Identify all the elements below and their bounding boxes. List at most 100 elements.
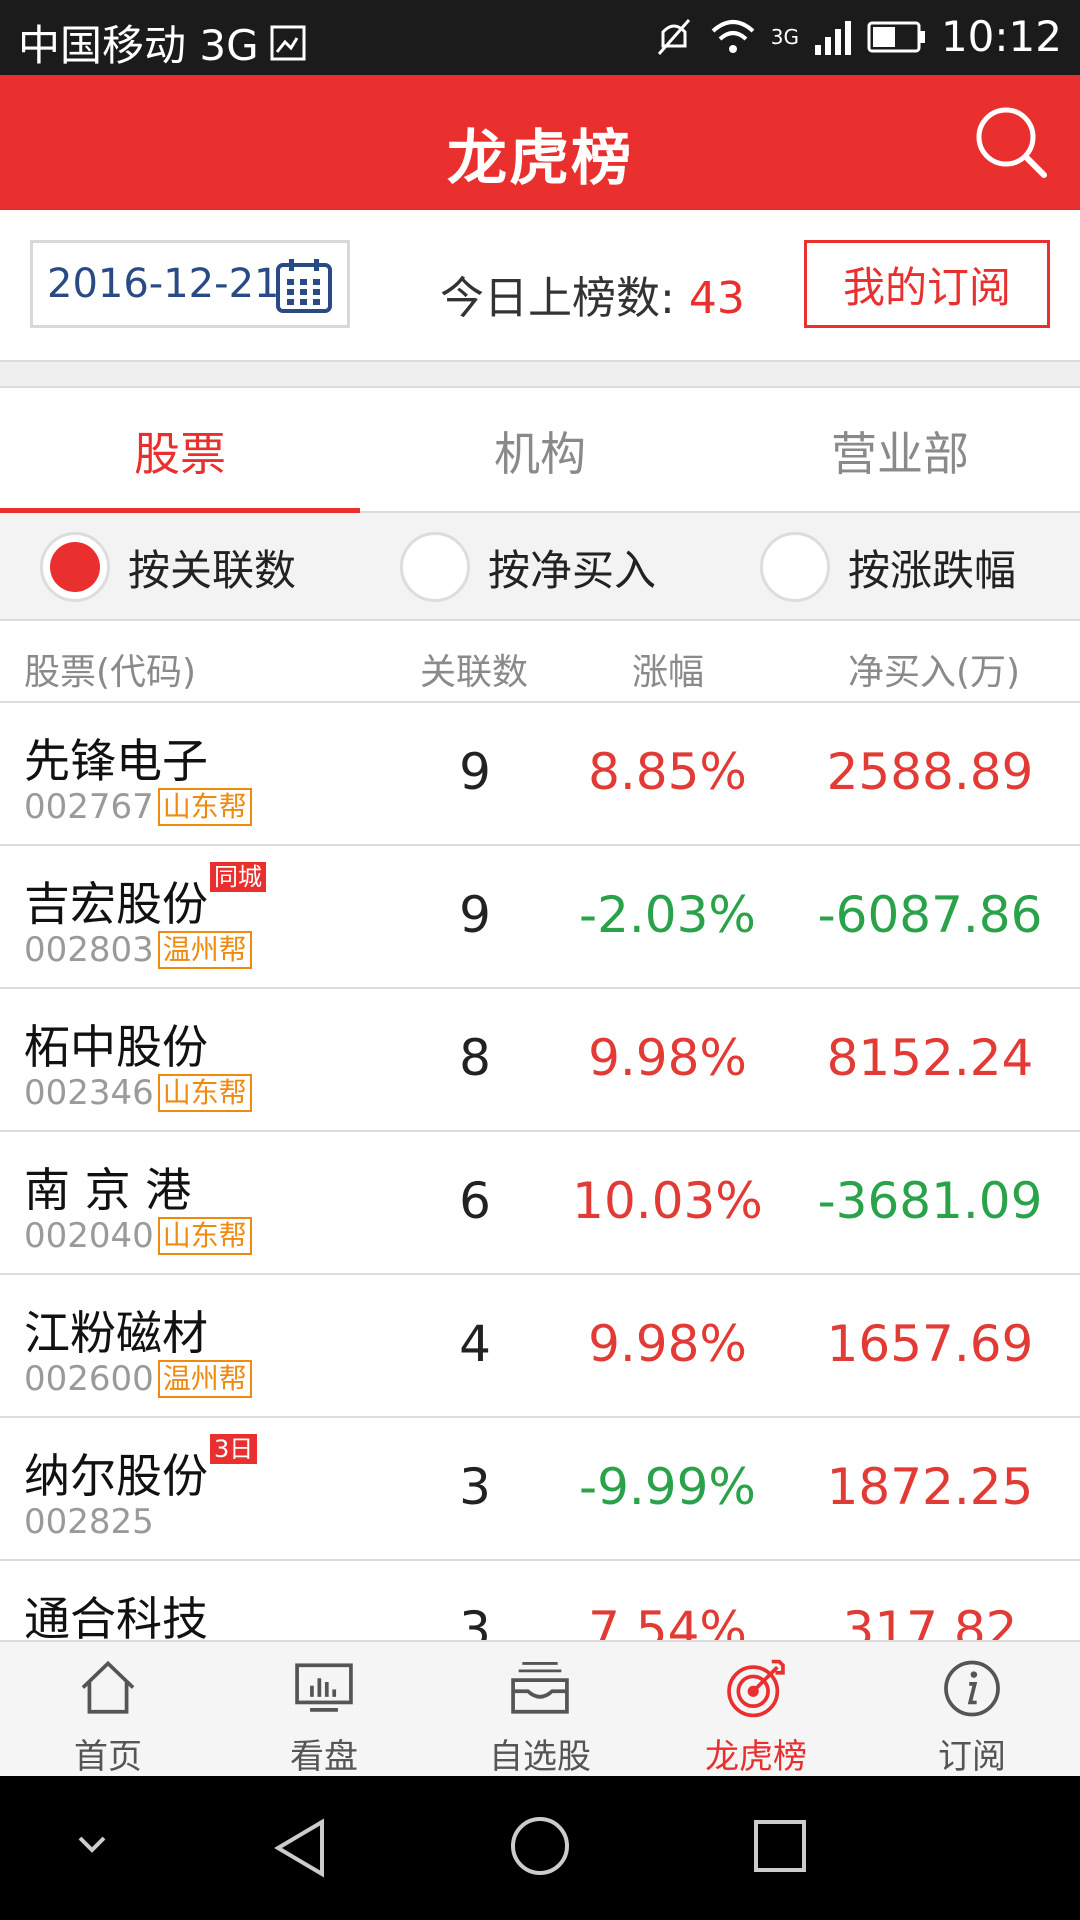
group-tag: 山东帮 bbox=[157, 788, 252, 826]
image-notification-icon bbox=[270, 25, 306, 60]
link-count: 3 bbox=[459, 1458, 491, 1516]
col-stock: 股票(代码) bbox=[24, 652, 197, 693]
today-count-value: 43 bbox=[688, 273, 745, 324]
table-row[interactable]: 江粉磁材 002600 温州帮 4 9.98% 1657.69 bbox=[0, 1275, 1080, 1418]
recent-apps-icon[interactable] bbox=[752, 1818, 808, 1874]
today-count: 今日上榜数: 43 bbox=[440, 262, 745, 326]
price-change: 10.03% bbox=[572, 1172, 763, 1230]
group-tag: 山东帮 bbox=[157, 1074, 252, 1112]
link-count: 4 bbox=[459, 1315, 491, 1373]
group-tag: 温州帮 bbox=[157, 931, 252, 969]
sort-by-net-buy[interactable]: 按净买入 bbox=[360, 513, 720, 621]
price-change: 7.54% bbox=[588, 1601, 747, 1640]
sort-by-count[interactable]: 按关联数 bbox=[0, 513, 360, 621]
col-count: 关联数 bbox=[420, 652, 529, 693]
nav-label: 龙虎榜 bbox=[705, 1737, 807, 1777]
table-row[interactable]: 通合科技 3 7.54% 317.82 bbox=[0, 1561, 1080, 1640]
stock-code: 002040 山东帮 bbox=[24, 1216, 252, 1256]
nav-dragon-tiger[interactable]: 龙虎榜 bbox=[648, 1642, 864, 1778]
monitor-chart-icon bbox=[295, 1663, 353, 1712]
status-right: 3G 10:12 bbox=[653, 12, 1062, 61]
sort-label: 按涨跌幅 bbox=[848, 545, 1017, 595]
table-row[interactable]: 纳尔股份 3日 002825 3 -9.99% 1872.25 bbox=[0, 1418, 1080, 1561]
stock-list: 先锋电子 002767 山东帮 9 8.85% 2588.89 吉宏股份 同城 00… bbox=[0, 703, 1080, 1640]
stock-code: 002346 山东帮 bbox=[24, 1073, 252, 1113]
table-row[interactable]: 吉宏股份 同城 002803 温州帮 9 -2.03% -6087.86 bbox=[0, 846, 1080, 989]
tab-institutions[interactable]: 机构 bbox=[360, 388, 720, 513]
radio-unselected[interactable] bbox=[400, 532, 470, 602]
nav-watchlist[interactable]: 自选股 bbox=[432, 1642, 648, 1778]
table-row[interactable]: 先锋电子 002767 山东帮 9 8.85% 2588.89 bbox=[0, 703, 1080, 846]
today-count-label: 今日上榜数: bbox=[440, 273, 675, 324]
nav-label: 自选股 bbox=[489, 1737, 591, 1777]
tab-stocks[interactable]: 股票 bbox=[0, 388, 360, 515]
stock-name: 纳尔股份 3日 bbox=[24, 1434, 258, 1506]
sort-label: 按关联数 bbox=[128, 545, 297, 595]
col-change: 涨幅 bbox=[632, 652, 705, 693]
target-icon bbox=[727, 1659, 785, 1718]
date-row: 2016-12-21 今日上榜数: 43 我的订阅 bbox=[0, 210, 1080, 360]
net-buy: -3681.09 bbox=[817, 1172, 1043, 1230]
stock-name: 通合科技 bbox=[24, 1592, 208, 1640]
badge: 同城 bbox=[210, 862, 266, 892]
price-change: 8.85% bbox=[588, 743, 747, 801]
bottom-nav: 首页 看盘 自选股 龙虎榜 订阅 bbox=[0, 1640, 1080, 1778]
stock-code: 002803 温州帮 bbox=[24, 930, 252, 970]
badge: 3日 bbox=[210, 1434, 258, 1464]
search-icon[interactable] bbox=[972, 103, 1052, 183]
sort-by-change[interactable]: 按涨跌幅 bbox=[720, 513, 1080, 621]
info-icon bbox=[944, 1660, 1000, 1717]
wifi-icon bbox=[711, 19, 755, 53]
link-count: 8 bbox=[459, 1029, 491, 1087]
radio-unselected[interactable] bbox=[760, 532, 830, 602]
net-buy: 8152.24 bbox=[826, 1029, 1034, 1087]
status-left: 中国移动 3G bbox=[18, 12, 307, 73]
nav-subscribe[interactable]: 订阅 bbox=[864, 1642, 1080, 1778]
mute-icon bbox=[657, 18, 690, 55]
nav-home[interactable]: 首页 bbox=[0, 1642, 216, 1778]
sort-options: 按关联数 按净买入 按涨跌幅 bbox=[0, 513, 1080, 621]
carrier-text: 中国移动 3G bbox=[18, 21, 259, 70]
stock-name: 吉宏股份 同城 bbox=[24, 862, 266, 934]
date-picker[interactable]: 2016-12-21 bbox=[30, 240, 350, 328]
net-buy: 2588.89 bbox=[826, 743, 1034, 801]
chevron-down-icon[interactable] bbox=[72, 1830, 112, 1860]
divider bbox=[0, 360, 1080, 388]
status-bar: 中国移动 3G 3G 10:12 bbox=[0, 0, 1080, 75]
link-count: 9 bbox=[459, 743, 491, 801]
table-row[interactable]: 南 京 港 002040 山东帮 6 10.03% -3681.09 bbox=[0, 1132, 1080, 1275]
net-buy: 1657.69 bbox=[826, 1315, 1034, 1373]
table-header: 股票(代码) 关联数 涨幅 净买入(万) bbox=[0, 621, 1080, 703]
back-icon[interactable] bbox=[270, 1816, 330, 1880]
link-count: 3 bbox=[459, 1601, 491, 1640]
stock-name: 南 京 港 bbox=[24, 1163, 192, 1217]
group-tag: 温州帮 bbox=[157, 1360, 252, 1398]
app-header: 龙虎榜 bbox=[0, 75, 1080, 210]
tab-brokerages[interactable]: 营业部 bbox=[720, 388, 1080, 513]
stock-code: 002825 bbox=[24, 1502, 154, 1542]
price-change: -2.03% bbox=[579, 886, 756, 944]
home-circle-icon[interactable] bbox=[508, 1814, 572, 1878]
price-change: 9.98% bbox=[588, 1029, 747, 1087]
signal-icon bbox=[814, 20, 851, 55]
category-tabs: 股票 机构 营业部 bbox=[0, 388, 1080, 515]
battery-icon bbox=[867, 21, 925, 52]
status-time: 10:12 bbox=[940, 12, 1062, 61]
stock-code: 002767 山东帮 bbox=[24, 787, 252, 827]
col-net-buy: 净买入(万) bbox=[848, 652, 1021, 693]
net-buy: -6087.86 bbox=[817, 886, 1043, 944]
table-row[interactable]: 柘中股份 002346 山东帮 8 9.98% 8152.24 bbox=[0, 989, 1080, 1132]
sort-label: 按净买入 bbox=[488, 545, 657, 595]
stock-name: 先锋电子 bbox=[24, 734, 208, 788]
nav-label: 订阅 bbox=[938, 1737, 1006, 1777]
my-subscription-button[interactable]: 我的订阅 bbox=[804, 240, 1050, 328]
nav-market[interactable]: 看盘 bbox=[216, 1642, 432, 1778]
nav-label: 看盘 bbox=[290, 1737, 358, 1777]
calendar-icon bbox=[276, 259, 332, 313]
price-change: 9.98% bbox=[588, 1315, 747, 1373]
stock-name: 江粉磁材 bbox=[24, 1306, 208, 1360]
stock-name: 柘中股份 bbox=[24, 1020, 208, 1074]
link-count: 9 bbox=[459, 886, 491, 944]
radio-selected[interactable] bbox=[40, 532, 110, 602]
date-value: 2016-12-21 bbox=[47, 261, 280, 307]
